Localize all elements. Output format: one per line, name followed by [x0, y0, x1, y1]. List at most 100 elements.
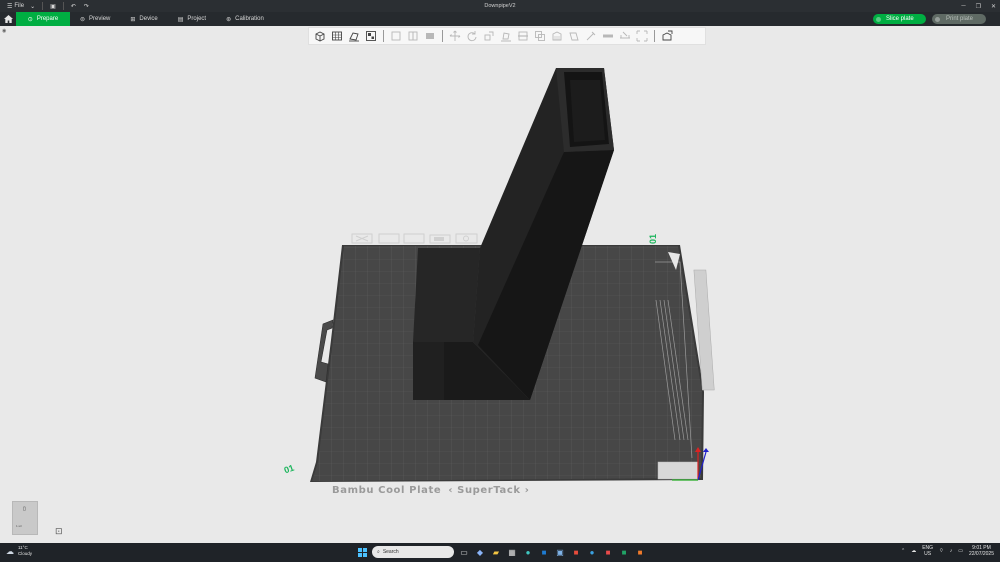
print-plate-button[interactable]: Print plate: [932, 14, 986, 24]
add-button[interactable]: [312, 29, 328, 43]
weather-desc: Cloudy: [18, 551, 33, 556]
tab-preview[interactable]: ⊜ Preview: [70, 12, 120, 26]
move-button[interactable]: [447, 29, 463, 43]
bambu-studio-app[interactable]: ■: [602, 546, 614, 558]
home-icon: [3, 15, 13, 23]
assembly-button[interactable]: [634, 29, 650, 43]
3d-viewport[interactable]: Bambu Cool Plate ‹ SuperTack ›: [0, 26, 1000, 543]
divider: [383, 30, 384, 42]
calibration-icon: ⊛: [226, 16, 232, 23]
preview-icon: ⊜: [80, 16, 86, 23]
tab-prepare[interactable]: ⊙ Prepare: [16, 12, 70, 26]
volume-icon[interactable]: ♪: [950, 548, 953, 554]
undo-button[interactable]: ↶: [68, 0, 79, 12]
mesh-boolean-button[interactable]: [532, 29, 548, 43]
color-paint-button[interactable]: [583, 29, 599, 43]
divider: [442, 30, 443, 42]
office-app[interactable]: ■: [570, 546, 582, 558]
slice-plate-button[interactable]: Slice plate: [873, 14, 926, 24]
battery-icon[interactable]: ▭: [958, 548, 963, 554]
lang-bottom: US: [924, 551, 932, 557]
file-menu-label: File: [14, 3, 25, 9]
cut-button[interactable]: [515, 29, 531, 43]
edge-app[interactable]: ●: [522, 546, 534, 558]
split-parts-button[interactable]: [405, 29, 421, 43]
redo-button[interactable]: ↷: [81, 0, 92, 12]
undo-icon: ↶: [70, 3, 76, 10]
variable-height-button[interactable]: [659, 29, 675, 43]
tab-device[interactable]: ⊞ Device: [120, 12, 167, 26]
onedrive-icon[interactable]: ☁: [911, 548, 916, 554]
copilot-icon: ◆: [476, 547, 484, 557]
tab-project[interactable]: ▤ Project: [168, 12, 216, 26]
home-button[interactable]: [0, 12, 16, 26]
split-objects-button[interactable]: [388, 29, 404, 43]
powerpoint-icon: ■: [637, 547, 643, 557]
tab-label: Device: [139, 16, 158, 22]
cut-icon: [518, 31, 528, 41]
tab-label: Preview: [89, 16, 111, 22]
search-icon: ⌕: [377, 549, 380, 555]
layers-button[interactable]: [422, 29, 438, 43]
prepare-toolbar: [308, 27, 706, 45]
lay-on-face-icon: [501, 32, 511, 42]
language-indicator[interactable]: ENG US: [922, 545, 933, 557]
skype-app[interactable]: ●: [586, 546, 598, 558]
measure-icon: [620, 31, 630, 39]
scale-button[interactable]: [481, 29, 497, 43]
excel-icon: ■: [621, 547, 627, 557]
edge-icon: ●: [525, 547, 531, 557]
plate-type: SuperTack: [457, 485, 521, 496]
split-objects-icon: [391, 31, 401, 41]
outlook-app[interactable]: ■: [538, 546, 550, 558]
chevron-up-icon[interactable]: ⌃: [901, 548, 905, 554]
minimize-button[interactable]: ─: [961, 3, 965, 9]
measure-button[interactable]: [617, 29, 633, 43]
lay-on-face-button[interactable]: [498, 29, 514, 43]
photos-app[interactable]: ▣: [554, 546, 566, 558]
task-view-button[interactable]: ▭: [458, 546, 470, 558]
plate-name: Bambu Cool Plate: [332, 485, 442, 496]
text-button[interactable]: [600, 29, 616, 43]
camera-view-icon[interactable]: ⊡: [55, 526, 63, 537]
store-icon: ▦: [508, 547, 516, 557]
tab-label: Project: [187, 16, 207, 22]
weather-widget[interactable]: ☁ 11°C Cloudy: [6, 545, 32, 557]
start-button[interactable]: [356, 546, 368, 558]
copilot-app[interactable]: ◆: [474, 546, 486, 558]
powerpoint-app[interactable]: ■: [634, 546, 646, 558]
eye-icon[interactable]: ◉: [2, 28, 6, 34]
seam-paint-icon: [569, 32, 579, 41]
clock[interactable]: 9:01 PM 22/07/2025: [969, 545, 994, 557]
file-menu[interactable]: ☰ File ⌄: [4, 0, 38, 12]
add-plate-icon: [332, 31, 342, 41]
wifi-icon[interactable]: ⌔: [939, 548, 944, 554]
save-button[interactable]: ▣: [47, 0, 59, 12]
plate-thumbnail[interactable]: ▯ 1.stl: [12, 501, 38, 535]
maximize-button[interactable]: ❐: [976, 3, 981, 10]
tab-calibration[interactable]: ⊛ Calibration: [216, 12, 274, 26]
seam-paint-button[interactable]: [566, 29, 582, 43]
dropdown-icon: [935, 16, 940, 22]
office-icon: ■: [573, 547, 579, 557]
save-icon: ▣: [50, 3, 56, 10]
plate-name-label: Bambu Cool Plate ‹ SuperTack ›: [332, 485, 529, 496]
arrange-button[interactable]: [363, 29, 379, 43]
prepare-icon: ⊙: [27, 16, 33, 23]
window-title: DownpipeV2: [484, 3, 516, 9]
store-app[interactable]: ▦: [506, 546, 518, 558]
excel-app[interactable]: ■: [618, 546, 630, 558]
divider: [654, 30, 655, 42]
taskbar-search[interactable]: ⌕ Search: [372, 546, 454, 558]
support-paint-button[interactable]: [549, 29, 565, 43]
search-placeholder: Search: [382, 549, 399, 555]
file-explorer-app[interactable]: ▰: [490, 546, 502, 558]
close-button[interactable]: ✕: [991, 3, 996, 10]
chevron-right-icon: ›: [524, 485, 530, 496]
auto-orient-button[interactable]: [346, 29, 362, 43]
rotate-button[interactable]: [464, 29, 480, 43]
device-icon: ⊞: [130, 16, 136, 23]
add-plate-button[interactable]: [329, 29, 345, 43]
divider: [62, 2, 64, 10]
title-bar: ☰ File ⌄ ▣ ↶ ↷ DownpipeV2 ─ ❐ ✕: [0, 0, 1000, 12]
